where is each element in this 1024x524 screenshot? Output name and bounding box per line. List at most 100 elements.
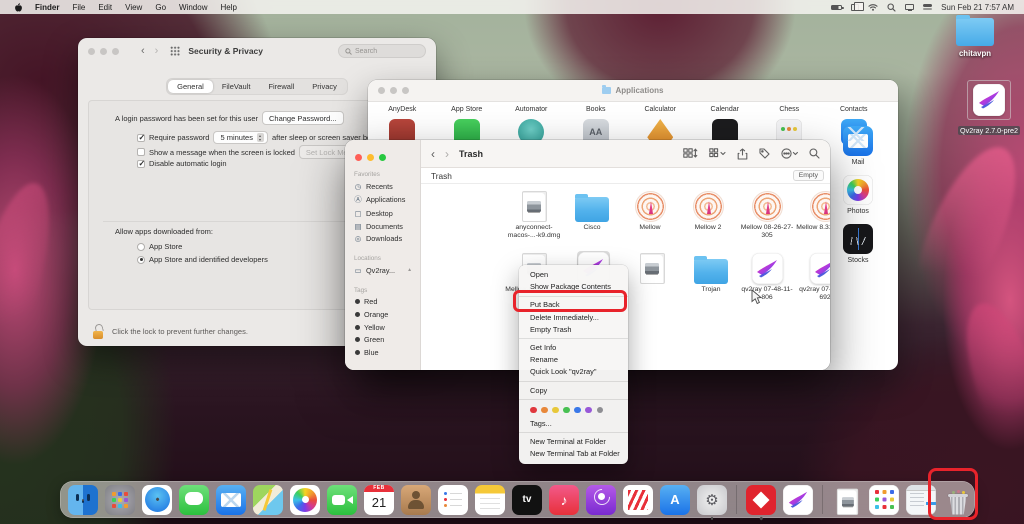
sidebar-item-desktop[interactable]: ▢Desktop (345, 207, 420, 220)
menu-item-new-terminal[interactable]: New Terminal at Folder (519, 436, 628, 448)
dock-tv[interactable]: tv (512, 485, 542, 515)
sidebar-tag-orange[interactable]: Orange (345, 308, 420, 321)
control-center-icon[interactable] (923, 4, 932, 11)
close-icon[interactable] (88, 48, 95, 55)
dock-system-preferences[interactable]: ⚙ (697, 485, 727, 515)
menu-item-empty-trash[interactable]: Empty Trash (519, 324, 628, 336)
menu-go[interactable]: Go (155, 3, 166, 12)
file-qv2ray-0750[interactable]: qv2ray 07-50-03-692 (796, 250, 830, 302)
dock-minimized-window[interactable] (906, 485, 936, 515)
tag-blue-icon[interactable] (574, 407, 581, 414)
security-titlebar[interactable]: ‹› Security & Privacy Search (78, 38, 436, 64)
menu-help[interactable]: Help (220, 3, 236, 12)
icon-size-sort-icon[interactable] (683, 148, 698, 159)
file-cisco-folder[interactable]: Cisco (563, 188, 621, 232)
spotlight-icon[interactable] (887, 3, 896, 12)
tag-yellow-icon[interactable] (552, 407, 559, 414)
sidebar-item-applications[interactable]: ⒶApplications (345, 193, 420, 208)
disable-auto-login-checkbox[interactable] (137, 160, 145, 168)
app-label[interactable]: Calculator (628, 106, 693, 113)
menu-item-get-info[interactable]: Get Info (519, 342, 628, 354)
dock-music[interactable]: ♪ (549, 485, 579, 515)
show-all-icon[interactable] (170, 46, 180, 56)
app-label[interactable]: Books (564, 106, 629, 113)
dock-contacts[interactable] (401, 485, 431, 515)
app-label[interactable]: Chess (757, 106, 822, 113)
forward-icon[interactable]: › (445, 147, 449, 161)
apple-menu-icon[interactable] (13, 2, 22, 13)
menu-item-put-back[interactable]: Put Back (519, 299, 628, 311)
view-options-icon[interactable] (709, 148, 726, 159)
change-password-button[interactable]: Change Password... (262, 111, 344, 125)
file-mellow-08[interactable]: Mellow 08-26-27-305 (738, 188, 796, 240)
back-icon[interactable]: ‹ (141, 45, 145, 57)
dock-anydesk[interactable] (746, 485, 776, 515)
tag-gray-icon[interactable] (597, 407, 604, 414)
menu-finder[interactable]: Finder (35, 3, 59, 12)
dock-launchpad[interactable] (105, 485, 135, 515)
app-label[interactable]: Contacts (822, 106, 887, 113)
tag-icon[interactable] (759, 148, 770, 159)
app-item-stocks[interactable]: Stocks (828, 224, 888, 264)
display-icon[interactable] (905, 4, 914, 10)
menu-item-show-package-contents[interactable]: Show Package Contents (519, 281, 628, 293)
menu-item-rename[interactable]: Rename (519, 354, 628, 366)
dock-trash[interactable] (943, 485, 973, 515)
wifi-icon[interactable] (868, 3, 878, 11)
dock-maps[interactable] (253, 485, 283, 515)
menu-view[interactable]: View (125, 3, 142, 12)
minimize-icon[interactable] (367, 154, 374, 161)
file-mellow-831[interactable]: Mellow 8.31.26 AM (796, 188, 830, 232)
app-item-photos[interactable]: Photos (828, 175, 888, 215)
menu-item-open[interactable]: Open (519, 269, 628, 281)
file-qv2ray-0748[interactable]: qv2ray 07-48-11-806 (738, 250, 796, 302)
app-store-radio[interactable] (137, 243, 145, 251)
tab-general[interactable]: General (168, 80, 213, 93)
dock-photos[interactable] (290, 485, 320, 515)
dock-downloads-stack[interactable] (869, 485, 899, 515)
tab-filevault[interactable]: FileVault (213, 80, 260, 93)
dock-facetime[interactable] (327, 485, 357, 515)
show-message-checkbox[interactable] (137, 148, 145, 156)
app-label[interactable]: Automator (499, 106, 564, 113)
menu-edit[interactable]: Edit (98, 3, 112, 12)
more-actions-icon[interactable] (781, 148, 798, 159)
sidebar-item-qv2ray-volume[interactable]: ▭Qv2ray...▲ (345, 264, 420, 277)
desktop-app-qv2ray[interactable]: Qv2ray 2.7.0-pre2 (958, 80, 1020, 138)
tab-firewall[interactable]: Firewall (259, 80, 303, 93)
app-label[interactable]: App Store (435, 106, 500, 113)
share-icon[interactable] (737, 148, 748, 160)
sidebar-tag-blue[interactable]: Blue (345, 346, 420, 359)
file-anyconnect-dmg[interactable]: anyconnect-macos-...-k9.dmg (505, 188, 563, 240)
minimize-icon[interactable] (100, 48, 107, 55)
tag-green-icon[interactable] (563, 407, 570, 414)
app-label[interactable]: AnyDesk (370, 106, 435, 113)
sidebar-item-downloads[interactable]: ◎Downloads (345, 232, 420, 245)
file-trojan-folder[interactable]: Trojan (682, 250, 740, 294)
forward-icon[interactable]: › (155, 45, 159, 57)
file-hidden-behind-menu[interactable] (623, 250, 681, 286)
menu-clock[interactable]: Sun Feb 21 7:57 AM (941, 3, 1014, 12)
window-controls[interactable] (88, 48, 119, 55)
desktop-folder-chitavpn[interactable]: chitavpn (952, 18, 998, 58)
file-mellow-2[interactable]: Mellow 2 (679, 188, 737, 232)
search-icon[interactable] (809, 148, 820, 159)
close-icon[interactable] (355, 154, 362, 161)
menu-item-tags[interactable]: Tags... (519, 418, 628, 430)
back-icon[interactable]: ‹ (431, 147, 435, 161)
menu-window[interactable]: Window (179, 3, 207, 12)
sidebar-item-documents[interactable]: ▤Documents (345, 220, 420, 233)
sidebar-tag-green[interactable]: Green (345, 333, 420, 346)
sidebar-item-recents[interactable]: ◷Recents (345, 180, 420, 193)
file-mellow[interactable]: Mellow (621, 188, 679, 232)
menu-item-delete-immediately[interactable]: Delete Immediately... (519, 312, 628, 324)
dock-calendar[interactable]: FEB21 (364, 485, 394, 515)
search-input[interactable]: Search (338, 44, 426, 58)
tag-purple-icon[interactable] (585, 407, 592, 414)
tag-orange-icon[interactable] (541, 407, 548, 414)
sidebar-tag-yellow[interactable]: Yellow (345, 321, 420, 334)
dock-podcasts[interactable] (586, 485, 616, 515)
tag-red-icon[interactable] (530, 407, 537, 414)
zoom-icon[interactable] (112, 48, 119, 55)
require-password-checkbox[interactable] (137, 134, 145, 142)
